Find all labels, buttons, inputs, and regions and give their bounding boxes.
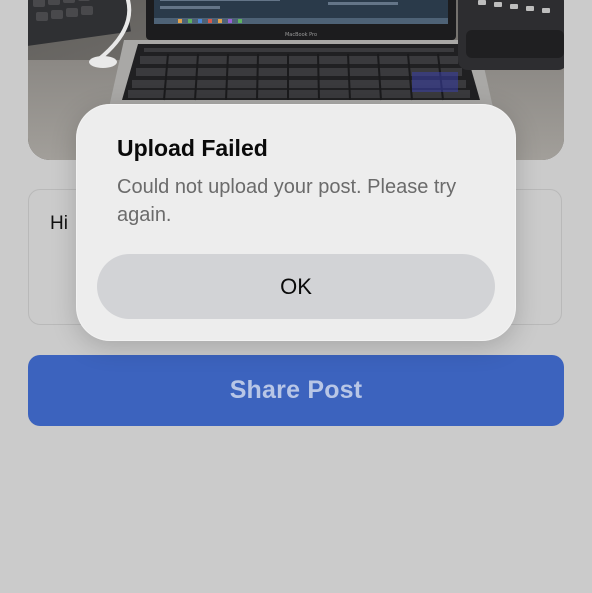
alert-ok-button[interactable]: OK — [97, 254, 495, 319]
upload-failed-alert: Upload Failed Could not upload your post… — [76, 104, 516, 341]
alert-message: Could not upload your post. Please try a… — [117, 176, 457, 226]
compose-post-screen: MacBook Pro Hi Share Post Upload Failed … — [0, 0, 592, 593]
alert-title: Upload Failed — [117, 135, 268, 161]
share-post-button[interactable]: Share Post — [28, 355, 564, 426]
laptop-brand-text: MacBook Pro — [285, 32, 317, 38]
caption-text: Hi — [50, 213, 68, 234]
